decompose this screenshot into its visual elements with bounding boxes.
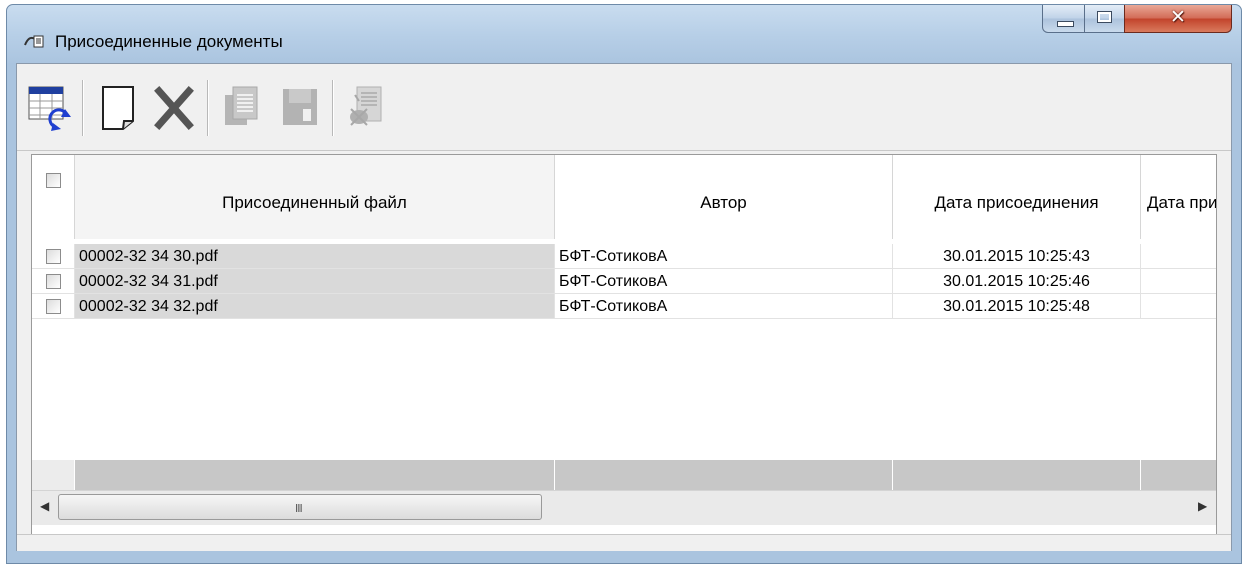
footer-cell [32,460,75,490]
row-checkbox-cell [32,269,75,294]
file-cell[interactable]: 00002-32 34 31.pdf [75,269,555,294]
toolbar-separator [82,80,84,136]
header-date2-label: Дата при [1147,193,1217,212]
author-cell[interactable]: БФТ-СотиковА [555,294,893,319]
attach-document-icon [350,86,382,126]
header-select-all-cell [32,155,75,239]
attach-button[interactable] [341,79,391,137]
row-checkbox-cell [32,294,75,319]
delete-x-icon [154,86,194,130]
copy-document-icon [225,86,258,125]
footer-cell [893,460,1141,490]
grid-footer-row [32,460,1216,490]
file-cell[interactable]: 00002-32 34 32.pdf [75,294,555,319]
header-date-label: Дата присоединения [934,193,1099,212]
select-all-checkbox[interactable] [46,173,61,188]
maximize-icon [1097,11,1112,23]
footer-cell [555,460,893,490]
toolbar-separator [332,80,334,136]
footer-cell [1141,460,1216,490]
save-button[interactable] [275,79,325,137]
scrollbar-grip: III [295,502,303,515]
table-row[interactable]: 00002-32 34 30.pdf БФТ-СотиковА 30.01.20… [32,244,1216,269]
title-bar[interactable]: Присоединенные документы ✕ [7,5,1241,63]
close-icon: ✕ [1170,6,1186,28]
maximize-button[interactable] [1084,5,1125,33]
header-date2-column[interactable]: Дата при [1141,155,1217,239]
documents-grid: Присоединенный файл Автор Дата присоедин… [31,154,1217,546]
toolbar [17,64,1231,151]
table-row[interactable]: 00002-32 34 32.pdf БФТ-СотиковА 30.01.20… [32,294,1216,319]
save-floppy-icon [283,89,317,125]
header-file-label: Присоединенный файл [222,193,407,212]
scrollbar-thumb[interactable]: III [58,494,542,520]
scroll-left-arrow-icon[interactable]: ◀ [40,499,49,513]
date2-cell[interactable] [1141,294,1216,319]
scroll-right-arrow-icon[interactable]: ▶ [1198,499,1207,513]
row-checkbox[interactable] [46,299,61,314]
delete-button[interactable] [149,79,199,137]
attached-documents-icon [24,35,44,48]
window-client-area: Присоединенный файл Автор Дата присоедин… [16,63,1232,551]
row-checkbox[interactable] [46,274,61,289]
window-title: Присоединенные документы [55,32,283,51]
horizontal-scrollbar[interactable]: ◀ III ▶ [32,490,1216,525]
header-author-label: Автор [700,193,747,212]
header-date-column[interactable]: Дата присоединения [893,155,1141,239]
copy-button[interactable] [217,79,267,137]
status-bar [17,534,1231,551]
date-cell[interactable]: 30.01.2015 10:25:48 [893,294,1141,319]
attached-documents-window: Присоединенные документы ✕ Присоединенны… [6,4,1242,564]
date-cell[interactable]: 30.01.2015 10:25:43 [893,244,1141,269]
new-page-icon [102,86,134,130]
row-checkbox-cell [32,244,75,269]
minimize-button[interactable] [1042,5,1085,33]
author-cell[interactable]: БФТ-СотиковА [555,244,893,269]
author-cell[interactable]: БФТ-СотиковА [555,269,893,294]
table-row[interactable]: 00002-32 34 31.pdf БФТ-СотиковА 30.01.20… [32,269,1216,294]
row-checkbox[interactable] [46,249,61,264]
refresh-table-button[interactable] [25,79,75,137]
date2-cell[interactable] [1141,244,1216,269]
file-cell[interactable]: 00002-32 34 30.pdf [75,244,555,269]
close-button[interactable]: ✕ [1124,5,1232,33]
table-refresh-icon [28,86,71,131]
date2-cell[interactable] [1141,269,1216,294]
header-author-column[interactable]: Автор [555,155,893,239]
new-document-button[interactable] [93,79,143,137]
minimize-icon [1057,21,1074,27]
date-cell[interactable]: 30.01.2015 10:25:46 [893,269,1141,294]
header-file-column[interactable]: Присоединенный файл [75,155,555,239]
toolbar-separator [207,80,209,136]
footer-cell [75,460,555,490]
